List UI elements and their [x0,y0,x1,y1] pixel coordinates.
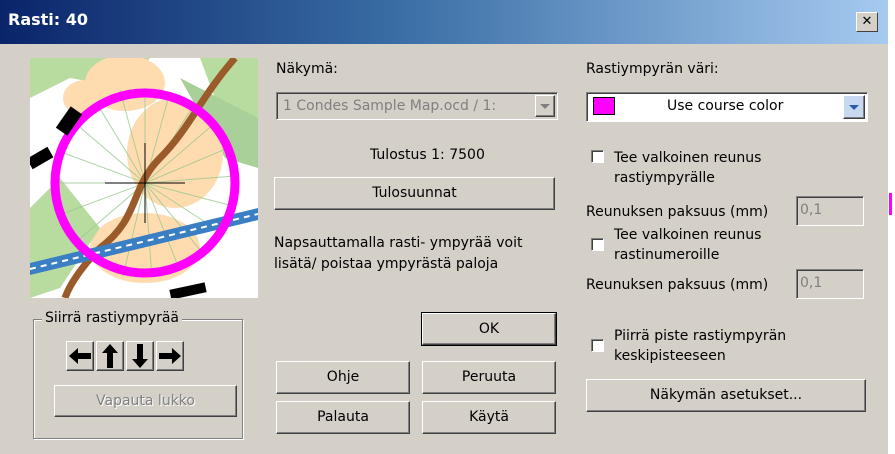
move-circle-group [33,319,243,439]
title-bar[interactable]: Rasti: 40 ✕ [0,0,888,44]
circle-color-dropdown-button[interactable] [843,95,865,119]
ok-button[interactable]: OK [421,312,557,346]
view-select-dropdown-button[interactable] [535,95,555,117]
dialog-body: Siirrä rastiympyrää Vapauta lukko Näkymä… [0,44,888,454]
print-scale-text: Tulostus 1: 7500 [370,147,485,163]
title-bar-background [0,0,888,44]
view-label: Näkymä: [276,61,338,77]
arrow-right-icon [159,348,181,364]
white-border-circle-label: Tee valkoinen reunus rastiympyrälle [614,150,762,186]
close-icon: ✕ [861,14,873,29]
move-right-button[interactable] [156,341,184,371]
white-border-numbers-label: Tee valkoinen reunus rastinumeroille [614,227,762,263]
print-directions-button[interactable]: Tulosuunnat [274,177,555,210]
numbers-thickness-input[interactable]: 0,1 [796,269,864,299]
restore-button[interactable]: Palauta [276,401,410,434]
center-dot-checkbox[interactable] [591,339,604,352]
window-title: Rasti: 40 [8,10,89,29]
cancel-button[interactable]: Peruuta [422,361,556,394]
chevron-down-icon [540,104,550,109]
move-group-legend: Siirrä rastiympyrää [42,310,182,326]
circle-thickness-input[interactable]: 0,1 [796,196,864,226]
move-down-button[interactable] [126,341,154,371]
view-select-value: 1 Condes Sample Map.ocd / 1: [283,98,497,114]
close-button[interactable]: ✕ [856,12,878,32]
circle-color-value: Use course color [667,98,784,114]
circle-thickness-label: Reunuksen paksuus (mm) [586,204,769,220]
view-settings-button[interactable]: Näkymän asetukset... [586,379,866,412]
apply-button[interactable]: Käytä [422,401,556,434]
circle-color-label: Rastiympyrän väri: [586,61,719,77]
arrow-left-icon [69,348,91,364]
color-swatch [593,97,615,115]
arrow-down-icon [132,344,148,368]
move-left-button[interactable] [66,341,94,371]
numbers-thickness-value: 0,1 [800,275,823,291]
background-window-edge [888,0,895,454]
white-border-circle-checkbox[interactable] [591,150,604,163]
circle-edit-hint: Napsauttamalla rasti- ympyrää voit lisät… [274,235,523,272]
numbers-thickness-label: Reunuksen paksuus (mm) [586,277,769,293]
circle-color-select[interactable]: Use course color [586,92,868,122]
unlock-button[interactable]: Vapauta lukko [54,385,237,417]
control-preview-map[interactable] [30,58,258,298]
chevron-down-icon [849,105,859,110]
map-preview-graphic [30,58,258,298]
move-up-button[interactable] [96,341,124,371]
circle-thickness-value: 0,1 [800,202,823,218]
arrow-up-icon [102,344,118,368]
help-button[interactable]: Ohje [276,361,410,394]
white-border-numbers-checkbox[interactable] [591,238,604,251]
background-magenta-mark [889,193,892,215]
view-select[interactable]: 1 Condes Sample Map.ocd / 1: [276,92,558,120]
center-dot-label: Piirrä piste rastiympyrän keskipisteesee… [614,328,787,364]
